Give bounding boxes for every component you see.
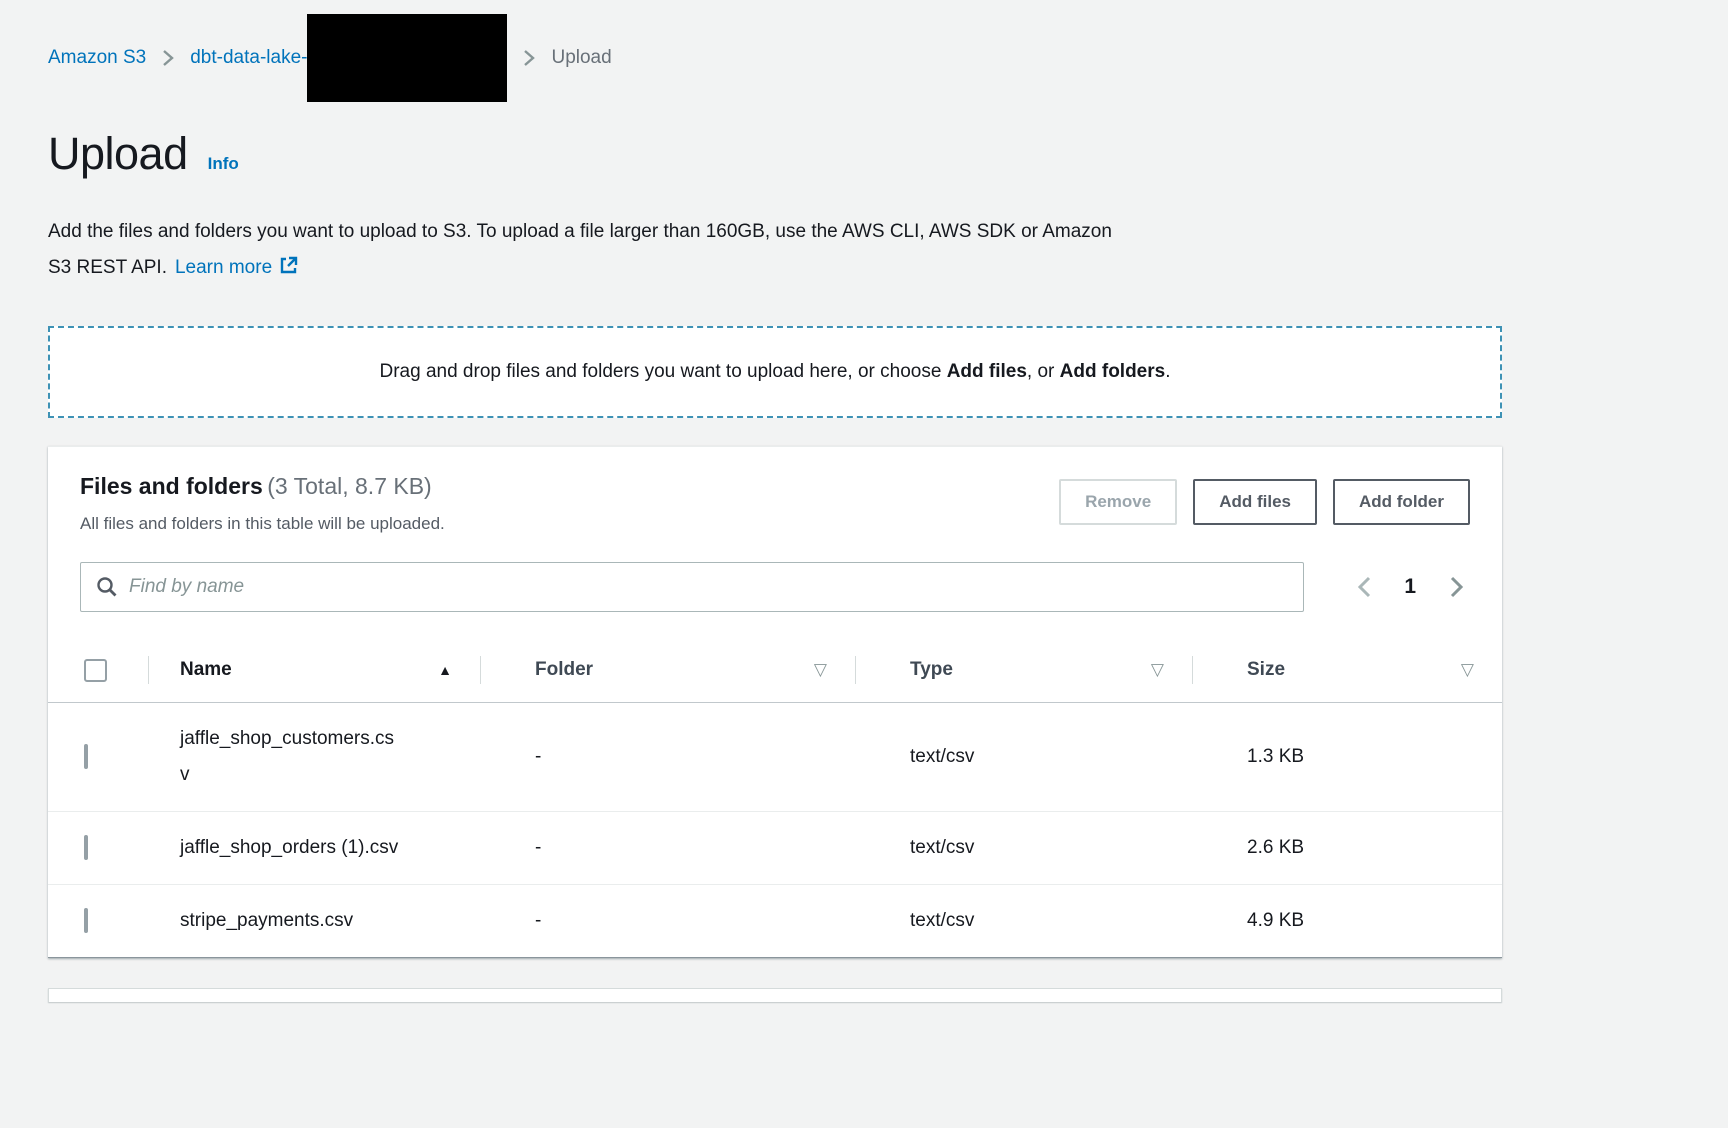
type-cell: text/csv	[855, 728, 1192, 786]
folder-cell: -	[480, 892, 855, 950]
page-description: Add the files and folders you want to up…	[48, 214, 1502, 288]
learn-more-link[interactable]: Learn more	[175, 257, 298, 278]
card-title-block: Files and folders (3 Total, 8.7 KB) All …	[80, 473, 1059, 534]
column-header-size[interactable]: Size ▽	[1192, 638, 1502, 702]
folder-cell: -	[480, 819, 855, 877]
file-name-cell: stripe_payments.csv	[148, 885, 428, 957]
dropzone-mid: , or	[1027, 361, 1060, 382]
select-all-cell	[48, 638, 148, 702]
pagination-next-button[interactable]	[1442, 568, 1470, 606]
column-label-size: Size	[1247, 659, 1285, 681]
table-row: jaffle_shop_orders (1).csv - text/csv 2.…	[48, 812, 1502, 885]
file-name-cell: jaffle_shop_customers.csv	[148, 703, 428, 811]
breadcrumb-bucket-link[interactable]: dbt-data-lake-	[190, 47, 307, 69]
dropzone-text: Drag and drop files and folders you want…	[379, 361, 1170, 383]
column-header-name[interactable]: Name ▲	[148, 638, 480, 702]
files-table: Name ▲ Folder ▽ Type ▽ Size ▽	[48, 638, 1502, 958]
row-checkbox[interactable]	[84, 744, 88, 769]
remove-button[interactable]: Remove	[1059, 479, 1177, 525]
sort-icon: ▽	[814, 660, 827, 680]
select-all-checkbox[interactable]	[84, 659, 107, 682]
type-cell: text/csv	[855, 819, 1192, 877]
table-row: stripe_payments.csv - text/csv 4.9 KB	[48, 885, 1502, 958]
page-content: Amazon S3 dbt-data-lake- Upload Upload I…	[48, 14, 1502, 1002]
column-header-type[interactable]: Type ▽	[855, 638, 1192, 702]
pagination: 1	[1350, 568, 1470, 606]
sort-icon: ▽	[1461, 660, 1474, 680]
drag-drop-zone[interactable]: Drag and drop files and folders you want…	[48, 326, 1502, 418]
size-cell: 2.6 KB	[1192, 819, 1502, 877]
find-by-name-input[interactable]	[129, 576, 1289, 598]
row-checkbox[interactable]	[84, 908, 88, 933]
column-label-name: Name	[180, 659, 232, 681]
description-line2: S3 REST API. Learn more	[48, 250, 1502, 288]
sort-icon: ▽	[1151, 660, 1164, 680]
size-cell: 4.9 KB	[1192, 892, 1502, 950]
dropzone-add-folders-label: Add folders	[1060, 361, 1166, 382]
table-row: jaffle_shop_customers.csv - text/csv 1.3…	[48, 703, 1502, 812]
breadcrumb-amazon-s3[interactable]: Amazon S3	[48, 47, 146, 69]
card-subtitle: All files and folders in this table will…	[80, 514, 1059, 534]
description-line2-text: S3 REST API.	[48, 257, 167, 278]
card-header: Files and folders (3 Total, 8.7 KB) All …	[80, 473, 1470, 534]
redacted-bucket-name	[307, 14, 507, 102]
table-body: jaffle_shop_customers.csv - text/csv 1.3…	[48, 703, 1502, 958]
table-header-row: Name ▲ Folder ▽ Type ▽ Size ▽	[48, 638, 1502, 703]
dropzone-prefix: Drag and drop files and folders you want…	[379, 361, 946, 382]
sort-ascending-icon: ▲	[438, 662, 452, 678]
add-folder-button[interactable]: Add folder	[1333, 479, 1470, 525]
chevron-left-icon	[1356, 574, 1372, 600]
chevron-right-icon	[1448, 574, 1464, 600]
next-panel-top-edge	[48, 988, 1502, 1002]
page-title: Upload	[48, 128, 188, 180]
row-select-cell	[48, 728, 148, 786]
learn-more-label: Learn more	[175, 257, 272, 278]
row-checkbox[interactable]	[84, 835, 88, 860]
pagination-current-page[interactable]: 1	[1404, 575, 1416, 599]
card-count-text: (3 Total, 8.7 KB)	[267, 473, 432, 499]
card-actions: Remove Add files Add folder	[1059, 479, 1470, 525]
folder-cell: -	[480, 728, 855, 786]
breadcrumb-current-upload: Upload	[551, 47, 611, 69]
chevron-right-icon	[523, 48, 535, 68]
file-name-cell: jaffle_shop_orders (1).csv	[148, 812, 428, 884]
external-link-icon	[279, 252, 298, 288]
files-and-folders-card: Files and folders (3 Total, 8.7 KB) All …	[48, 446, 1502, 958]
column-label-folder: Folder	[535, 659, 593, 681]
info-link[interactable]: Info	[208, 154, 239, 174]
column-label-type: Type	[910, 659, 953, 681]
row-select-cell	[48, 819, 148, 877]
column-header-folder[interactable]: Folder ▽	[480, 638, 855, 702]
chevron-right-icon	[162, 48, 174, 68]
breadcrumb: Amazon S3 dbt-data-lake- Upload	[48, 14, 1502, 102]
type-cell: text/csv	[855, 892, 1192, 950]
pagination-prev-button[interactable]	[1350, 568, 1378, 606]
add-files-button[interactable]: Add files	[1193, 479, 1317, 525]
page-title-row: Upload Info	[48, 128, 1502, 180]
row-select-cell	[48, 892, 148, 950]
card-count-summary: (3 Total, 8.7 KB)	[267, 473, 432, 499]
search-box	[80, 562, 1304, 612]
dropzone-suffix: .	[1165, 361, 1170, 382]
size-cell: 1.3 KB	[1192, 728, 1502, 786]
description-line1: Add the files and folders you want to up…	[48, 214, 1502, 250]
card-title: Files and folders	[80, 473, 263, 499]
dropzone-add-files-label: Add files	[947, 361, 1027, 382]
search-row: 1	[80, 562, 1470, 612]
search-icon	[95, 575, 119, 599]
